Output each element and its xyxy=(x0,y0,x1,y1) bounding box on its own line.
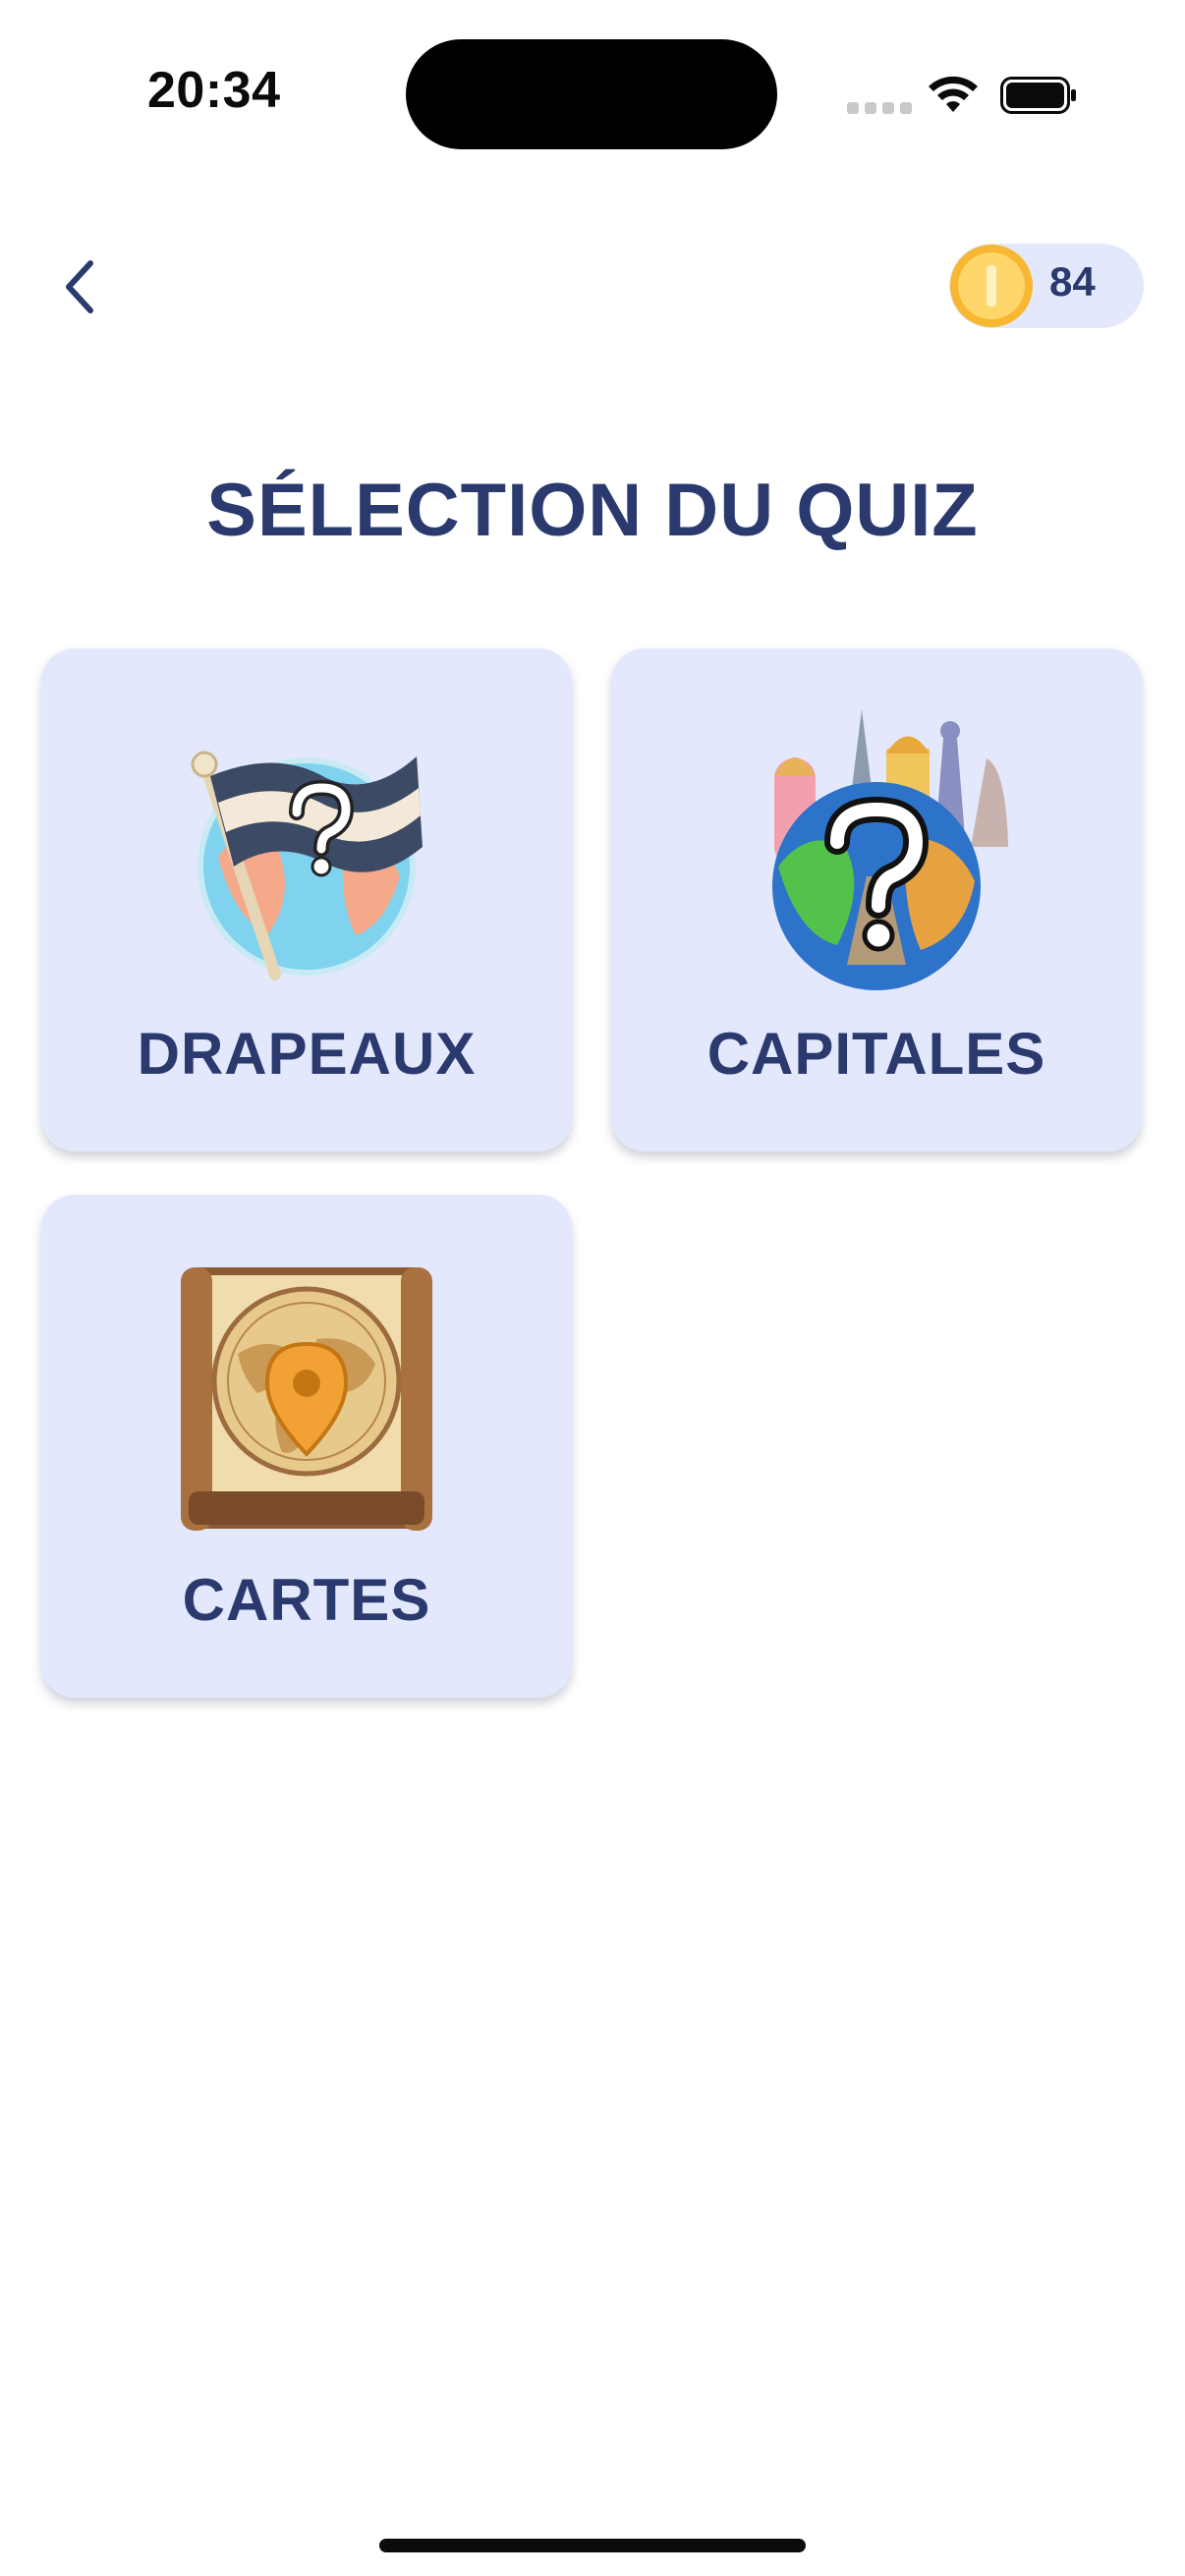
quiz-card-capitales[interactable]: CAPITALES xyxy=(611,648,1142,1151)
chevron-left-icon xyxy=(66,260,93,313)
page-title: SÉLECTION DU QUIZ xyxy=(206,469,979,552)
back-button[interactable] xyxy=(51,248,110,326)
home-indicator[interactable] xyxy=(379,2539,806,2552)
coin-count: 84 xyxy=(1049,258,1096,305)
globe-landmarks-question-icon xyxy=(772,709,1008,990)
battery-icon xyxy=(1000,77,1076,114)
status-time: 20:34 xyxy=(147,62,281,119)
map-pin-scroll-icon xyxy=(181,1267,432,1531)
flag-question-icon xyxy=(191,751,423,980)
quiz-card-label: DRAPEAUX xyxy=(137,1021,477,1087)
wifi-icon xyxy=(929,76,978,112)
cellular-signal-icon xyxy=(847,102,912,114)
coin-icon xyxy=(950,245,1033,327)
quiz-selection-screen: 20:34 84 SÉLECTION DU QUIZ DRAPEAUX CAPI… xyxy=(0,0,1185,2576)
quiz-card-drapeaux[interactable]: DRAPEAUX xyxy=(41,648,572,1151)
quiz-card-label: CAPITALES xyxy=(706,1021,1046,1087)
dynamic-island xyxy=(406,39,777,149)
quiz-card-label: CARTES xyxy=(182,1567,431,1633)
quiz-card-cartes[interactable]: CARTES xyxy=(41,1195,572,1698)
